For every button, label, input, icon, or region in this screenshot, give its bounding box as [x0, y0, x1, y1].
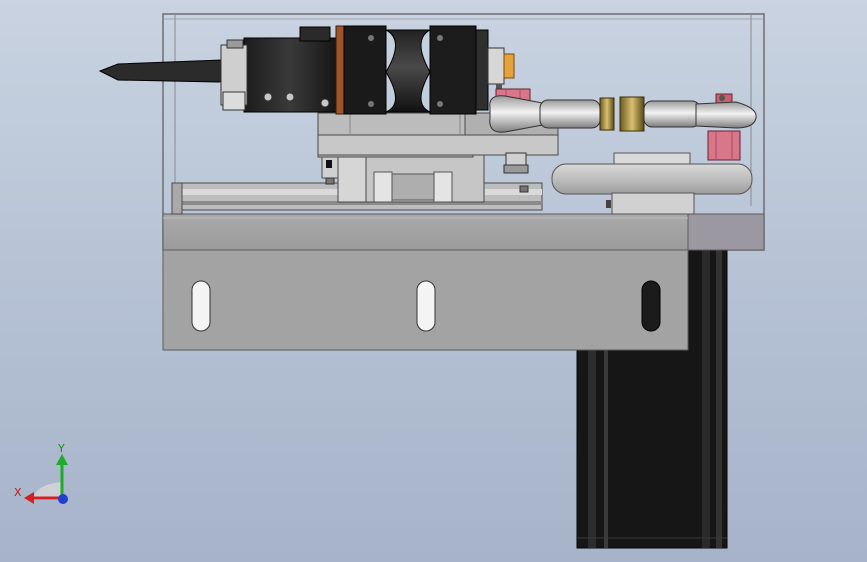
base-plate [162, 213, 765, 251]
cylinder-end-fitting [487, 47, 515, 94]
mounting-bracket [162, 249, 689, 351]
hex-nut-lower [503, 152, 529, 174]
coordinate-triad: X Y [14, 442, 68, 504]
slide-carriage [321, 153, 485, 203]
cad-model-viewport[interactable] [0, 0, 867, 562]
pneumatic-gripper [243, 25, 489, 115]
bracket-slot-middle [416, 280, 436, 332]
x-axis-label: X [14, 486, 22, 499]
gripper-finger [98, 39, 248, 111]
bracket-slot-right [641, 280, 661, 332]
x-axis-arrow-icon [24, 492, 34, 504]
y-axis-label: Y [57, 442, 65, 455]
y-axis-arrow-icon [56, 454, 68, 465]
z-axis-dot-icon [58, 494, 68, 504]
bracket-slot-left [191, 280, 211, 332]
rotary-disk [551, 152, 753, 215]
